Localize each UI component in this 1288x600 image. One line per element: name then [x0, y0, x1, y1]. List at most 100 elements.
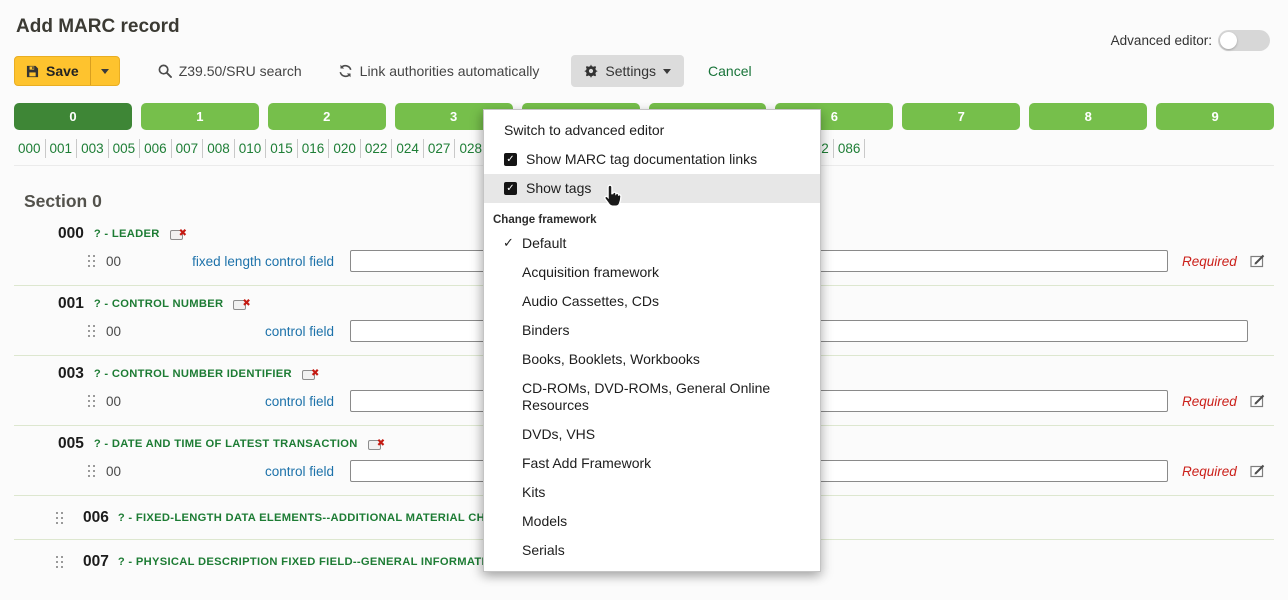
- refresh-icon: [338, 64, 353, 78]
- z3950-search-button[interactable]: Z39.50/SRU search: [158, 63, 302, 79]
- advanced-editor-toggle[interactable]: [1218, 30, 1270, 51]
- subfield-code: 00: [106, 394, 136, 409]
- delete-field-icon[interactable]: [368, 438, 388, 451]
- link-authorities-button[interactable]: Link authorities automatically: [338, 63, 540, 79]
- framework-item-models[interactable]: Models: [484, 507, 820, 536]
- framework-label: Models: [522, 513, 567, 529]
- required-badge: Required: [1182, 464, 1237, 479]
- required-badge: Required: [1182, 394, 1237, 409]
- framework-item-books[interactable]: Books, Booklets, Workbooks: [484, 345, 820, 374]
- gear-icon: [584, 64, 598, 78]
- tag-description-link[interactable]: ? - CONTROL NUMBER: [94, 298, 224, 310]
- settings-button[interactable]: Settings: [571, 55, 684, 87]
- framework-label: Default: [522, 235, 566, 251]
- link-authorities-label: Link authorities automatically: [360, 63, 540, 79]
- save-dropdown-button[interactable]: [90, 57, 119, 85]
- drag-handle-icon[interactable]: [88, 325, 95, 338]
- subfield-label-link[interactable]: control field: [136, 324, 334, 339]
- tab-9[interactable]: 9: [1156, 103, 1274, 130]
- caret-down-icon: [101, 69, 109, 74]
- advanced-editor-toggle-group: Advanced editor:: [1111, 30, 1270, 51]
- tab-0[interactable]: 0: [14, 103, 132, 130]
- framework-label: Fast Add Framework: [522, 455, 651, 471]
- framework-label: Kits: [522, 484, 545, 500]
- tag-description-link[interactable]: ? - LEADER: [94, 228, 160, 240]
- framework-item-audio-cassettes[interactable]: Audio Cassettes, CDs: [484, 287, 820, 316]
- tag-number: 003: [58, 365, 84, 383]
- framework-label: CD-ROMs, DVD-ROMs, General Online Resour…: [522, 380, 770, 413]
- menu-item-show-tags[interactable]: ✓ Show tags: [484, 174, 820, 203]
- settings-dropdown-menu: Switch to advanced editor ✓ Show MARC ta…: [483, 109, 821, 572]
- save-button-label: Save: [46, 63, 79, 79]
- tag-number: 006: [83, 509, 109, 527]
- subfield-code: 00: [106, 324, 136, 339]
- delete-field-icon[interactable]: [233, 298, 253, 311]
- tag-link-006[interactable]: 006: [140, 139, 172, 158]
- drag-handle-icon[interactable]: [56, 556, 63, 569]
- caret-down-icon: [663, 69, 671, 74]
- settings-button-label: Settings: [605, 63, 656, 79]
- tag-link-003[interactable]: 003: [77, 139, 109, 158]
- framework-item-acquisition[interactable]: Acquisition framework: [484, 258, 820, 287]
- tag-link-020[interactable]: 020: [329, 139, 361, 158]
- framework-item-default[interactable]: ✓ Default: [484, 229, 820, 258]
- tag-description-link[interactable]: ? - CONTROL NUMBER IDENTIFIER: [94, 368, 292, 380]
- framework-item-fast-add[interactable]: Fast Add Framework: [484, 449, 820, 478]
- cancel-button[interactable]: Cancel: [708, 63, 752, 79]
- delete-field-icon[interactable]: [302, 368, 322, 381]
- tab-7[interactable]: 7: [902, 103, 1020, 130]
- delete-field-icon[interactable]: [170, 228, 190, 241]
- tag-number: 007: [83, 553, 109, 571]
- toolbar: Save Z39.50/SRU search Link authorities …: [14, 55, 1274, 87]
- tag-editor-icon[interactable]: [1250, 394, 1266, 408]
- tag-description-link[interactable]: ? - DATE AND TIME OF LATEST TRANSACTION: [94, 438, 358, 450]
- framework-item-cdroms[interactable]: CD-ROMs, DVD-ROMs, General Online Resour…: [484, 374, 820, 420]
- tag-description-link[interactable]: ? - PHYSICAL DESCRIPTION FIXED FIELD--GE…: [118, 556, 502, 568]
- drag-handle-icon[interactable]: [88, 395, 95, 408]
- tab-8[interactable]: 8: [1029, 103, 1147, 130]
- z3950-search-label: Z39.50/SRU search: [179, 63, 302, 79]
- tag-link-000[interactable]: 000: [14, 139, 46, 158]
- save-split-button: Save: [14, 56, 120, 86]
- save-icon: [26, 65, 39, 78]
- tag-link-022[interactable]: 022: [361, 139, 393, 158]
- tag-link-015[interactable]: 015: [266, 139, 298, 158]
- tag-link-005[interactable]: 005: [109, 139, 141, 158]
- framework-item-dvds[interactable]: DVDs, VHS: [484, 420, 820, 449]
- framework-item-binders[interactable]: Binders: [484, 316, 820, 345]
- tag-link-016[interactable]: 016: [298, 139, 330, 158]
- tag-link-010[interactable]: 010: [235, 139, 267, 158]
- menu-item-label: Show MARC tag documentation links: [526, 151, 757, 168]
- page-title: Add MARC record: [16, 16, 1274, 38]
- framework-item-serials[interactable]: Serials: [484, 536, 820, 565]
- framework-label: DVDs, VHS: [522, 426, 595, 442]
- subfield-label-link[interactable]: control field: [136, 464, 334, 479]
- menu-item-label: Switch to advanced editor: [504, 122, 664, 139]
- tag-link-001[interactable]: 001: [46, 139, 78, 158]
- framework-label: Serials: [522, 542, 565, 558]
- subfield-label-link[interactable]: control field: [136, 394, 334, 409]
- tag-link-007[interactable]: 007: [172, 139, 204, 158]
- tag-editor-icon[interactable]: [1250, 464, 1266, 478]
- tag-link-024[interactable]: 024: [392, 139, 424, 158]
- save-button[interactable]: Save: [15, 57, 90, 85]
- menu-item-show-doc-links[interactable]: ✓ Show MARC tag documentation links: [484, 145, 820, 174]
- tab-2[interactable]: 2: [268, 103, 386, 130]
- tag-number: 000: [58, 225, 84, 243]
- subfield-label-link[interactable]: fixed length control field: [136, 254, 334, 269]
- framework-label: Audio Cassettes, CDs: [522, 293, 659, 309]
- drag-handle-icon[interactable]: [56, 512, 63, 525]
- tag-editor-icon[interactable]: [1250, 254, 1266, 268]
- check-icon: ✓: [503, 234, 514, 251]
- framework-item-kits[interactable]: Kits: [484, 478, 820, 507]
- drag-handle-icon[interactable]: [88, 255, 95, 268]
- menu-item-switch-advanced-editor[interactable]: Switch to advanced editor: [484, 116, 820, 145]
- tag-link-086[interactable]: 086: [834, 139, 866, 158]
- subfield-code: 00: [106, 464, 136, 479]
- tag-number: 001: [58, 295, 84, 313]
- subfield-code: 00: [106, 254, 136, 269]
- drag-handle-icon[interactable]: [88, 465, 95, 478]
- tag-link-008[interactable]: 008: [203, 139, 235, 158]
- tag-link-027[interactable]: 027: [424, 139, 456, 158]
- tab-1[interactable]: 1: [141, 103, 259, 130]
